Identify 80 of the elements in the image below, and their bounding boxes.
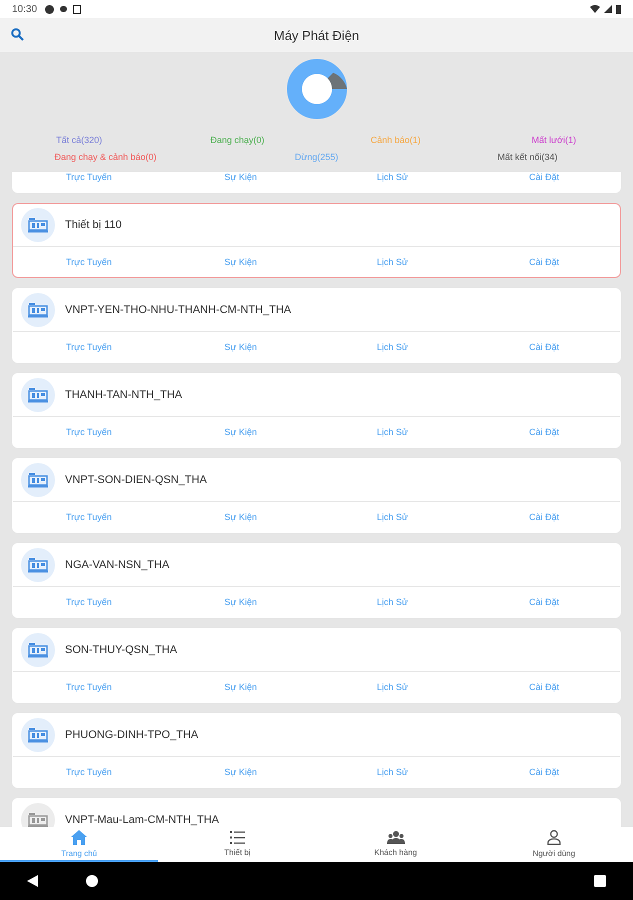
search-icon[interactable] [11,28,24,41]
donut-chart-drawing [286,59,346,119]
list-icon [230,830,245,844]
device-name: SON-THUY-QSN_THA [65,644,178,656]
device-name: VNPT-Mau-Lam-CM-NTH_THA [65,814,220,826]
device-card[interactable]: VNPT-Mau-Lam-CM-NTH_THA [12,798,621,827]
filter-chip[interactable]: Cảnh báo(1) [370,135,421,145]
device-name: PHUONG-DINH-TPO_THA [65,729,198,741]
home-button-icon[interactable] [86,875,98,887]
action-link[interactable]: Trực Tuyến [66,172,112,182]
action-link[interactable]: Sự Kiện [224,172,257,182]
app-title: Máy Phát Điện [274,28,360,42]
generator-icon [28,727,48,743]
action-link[interactable]: Lịch Sử [376,427,408,437]
device-card[interactable]: SON-THUY-QSN_THA Trực Tuyến Sự Kiện Lịch Sử Cài Đặt [12,628,621,703]
action-link[interactable]: Cài Đặt [529,767,560,777]
filter-chip[interactable]: Mất kết nối(34) [497,152,558,162]
action-link[interactable]: Trực Tuyến [66,512,112,522]
filter-chip[interactable]: Tất cả(320) [56,135,102,145]
device-name: Thiết bị 110 [65,219,122,231]
filter-chip[interactable]: Đang chạy & cảnh báo(0) [54,152,157,162]
wifi-icon [590,5,600,13]
generator-icon [28,387,48,403]
generator-icon [28,812,48,827]
action-link[interactable]: Cài Đặt [529,172,560,182]
generator-icon [28,642,48,658]
device-name: THANH-TAN-NTH_THA [65,389,182,401]
device-card[interactable]: Thiết bị 110 Trực Tuyến Sự Kiện Lịch Sử Cài Đặt [12,203,621,278]
nav-tab[interactable]: Khách hàng [316,827,475,862]
action-link[interactable]: Trực Tuyến [66,342,112,352]
action-link[interactable]: Lịch Sử [376,257,408,267]
action-link[interactable]: Lịch Sử [376,682,408,692]
generator-icon [28,557,48,573]
home-icon [71,830,88,844]
action-link[interactable]: Sự Kiện [224,342,257,352]
signal-icon [604,5,612,13]
action-link[interactable]: Trực Tuyến [66,682,112,692]
action-link[interactable]: Cài Đặt [529,597,560,607]
generator-icon [28,302,48,318]
device-card[interactable]: PHUONG-DINH-TPO_THA Trực Tuyến Sự Kiện Lịch Sử Cài Đặt [12,713,621,788]
action-link[interactable]: Lịch Sử [376,512,408,522]
action-link[interactable]: Trực Tuyến [66,597,112,607]
device-card[interactable]: Trực Tuyến Sự Kiện Lịch Sử Cài Đặt [12,172,621,193]
action-link[interactable]: Sự Kiện [224,427,257,437]
back-icon[interactable] [27,875,38,887]
action-link[interactable]: Sự Kiện [224,597,257,607]
action-link[interactable]: Lịch Sử [376,597,408,607]
generator-icon [28,472,48,488]
action-link[interactable]: Trực Tuyến [66,427,112,437]
nav-tab[interactable]: Thiết bị [158,827,316,862]
action-link[interactable]: Cài Đặt [529,512,560,522]
people-icon [386,830,405,844]
action-link[interactable]: Lịch Sử [376,767,408,777]
status-time: 10:30 [12,4,38,14]
user-icon [546,830,561,844]
action-link[interactable]: Lịch Sử [376,342,408,352]
action-link[interactable]: Trực Tuyến [66,767,112,777]
action-link[interactable]: Cài Đặt [529,682,560,692]
action-link[interactable]: Sự Kiện [224,257,257,267]
filter-chip[interactable]: Đang chạy(0) [210,135,264,145]
device-name: VNPT-SON-DIEN-QSN_THA [65,474,207,486]
filter-chip[interactable]: Mất lưới(1) [532,135,576,145]
action-link[interactable]: Cài Đặt [529,427,560,437]
action-link[interactable]: Sự Kiện [224,512,257,522]
nav-tab[interactable]: Người dùng [474,827,633,862]
device-name: NGA-VAN-NSN_THA [65,559,170,571]
filter-chip[interactable]: Dừng(255) [294,152,338,162]
action-link[interactable]: Sự Kiện [224,767,257,777]
generator-icon [28,217,48,233]
device-card[interactable]: THANH-TAN-NTH_THA Trực Tuyến Sự Kiện Lịch Sử Cài Đặt [12,373,621,448]
device-card[interactable]: VNPT-SON-DIEN-QSN_THA Trực Tuyến Sự Kiện Lịch Sử Cài Đặt [12,458,621,533]
battery-icon [616,4,621,14]
action-link[interactable]: Trực Tuyến [66,257,112,267]
action-link[interactable]: Cài Đặt [529,342,560,352]
device-card[interactable]: NGA-VAN-NSN_THA Trực Tuyến Sự Kiện Lịch Sử Cài Đặt [12,543,621,618]
action-link[interactable]: Lịch Sử [376,172,408,182]
device-name: VNPT-YEN-THO-NHU-THANH-CM-NTH_THA [65,304,292,316]
action-link[interactable]: Cài Đặt [529,257,560,267]
action-link[interactable]: Sự Kiện [224,682,257,692]
device-card[interactable]: VNPT-YEN-THO-NHU-THANH-CM-NTH_THA Trực Tuyến Sự Kiện Lịch Sử Cài Đặt [12,288,621,363]
